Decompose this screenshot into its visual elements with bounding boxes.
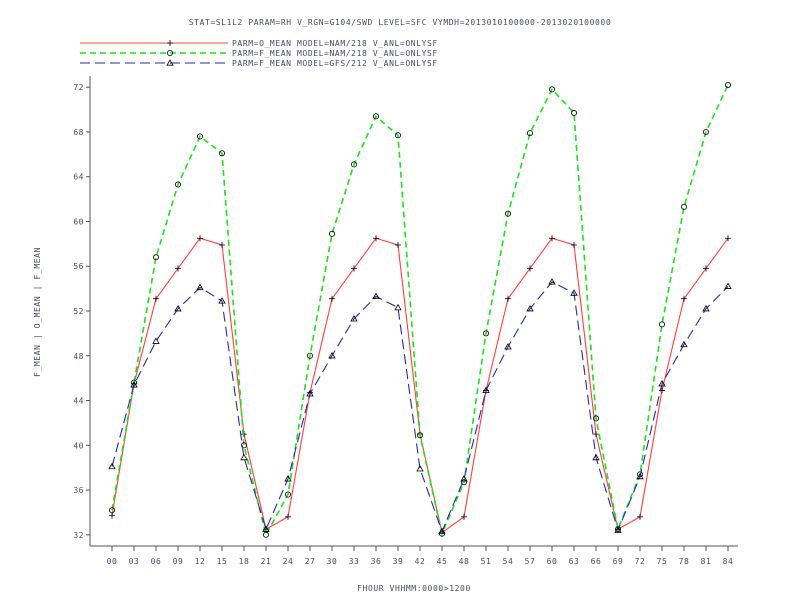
x-tick-label: 69 (613, 557, 624, 566)
y-tick-label: 32 (73, 531, 84, 540)
chart-title: STAT=SL1L2 PARAM=RH V_RGN=G104/SWD LEVEL… (189, 18, 611, 27)
y-tick-label: 68 (73, 128, 84, 137)
x-tick-label: 18 (239, 557, 250, 566)
x-tick-label: 36 (371, 557, 382, 566)
x-tick-label: 24 (283, 557, 294, 566)
x-tick-label: 54 (503, 557, 514, 566)
x-tick-label: 66 (591, 557, 602, 566)
x-tick-label: 72 (635, 557, 646, 566)
y-tick-label: 48 (73, 352, 84, 361)
legend-label: PARM=F_MEAN MODEL=NAM/218 V_ANL=ONLYSF (232, 49, 438, 58)
y-tick-label: 36 (73, 486, 84, 495)
x-tick-label: 27 (305, 557, 316, 566)
x-tick-label: 06 (151, 557, 162, 566)
data-point-triangle (416, 464, 424, 472)
x-tick-label: 42 (415, 557, 426, 566)
data-point-plus (637, 513, 643, 520)
x-tick-label: 57 (525, 557, 536, 566)
x-tick-label: 09 (173, 557, 184, 566)
data-point-circle (571, 109, 578, 116)
data-point-plus (219, 241, 225, 248)
y-tick-label: 56 (73, 262, 84, 271)
x-tick-label: 45 (437, 557, 448, 566)
legend: PARM=O_MEAN MODEL=NAM/218 V_ANL=ONLYSFPA… (80, 39, 438, 68)
series-1 (109, 235, 731, 536)
x-tick-label: 81 (701, 557, 712, 566)
x-tick-label: 51 (481, 557, 492, 566)
y-tick-label: 52 (73, 307, 84, 316)
x-tick-label: 12 (195, 557, 206, 566)
x-tick-label: 60 (547, 557, 558, 566)
data-point-plus (395, 241, 401, 248)
x-tick-label: 84 (723, 557, 734, 566)
y-ticks: 32 36 40 44 48 52 56 60 64 68 72 (73, 83, 90, 540)
x-tick-label: 33 (349, 557, 360, 566)
x-tick-label: 03 (129, 557, 140, 566)
y-tick-label: 40 (73, 441, 84, 450)
y-axis-label: F_MEAN | O_MEAN | F_MEAN (33, 247, 42, 377)
data-point-triangle (394, 303, 402, 311)
data-point-plus (593, 431, 599, 438)
y-tick-label: 64 (73, 173, 84, 182)
data-point-triangle (724, 282, 732, 289)
line-chart: STAT=SL1L2 PARAM=RH V_RGN=G104/SWD LEVEL… (33, 18, 738, 593)
plot-area (108, 81, 732, 538)
series-line (111, 281, 729, 533)
x-tick-label: 30 (327, 557, 338, 566)
series-2 (109, 81, 732, 538)
data-point-plus (285, 513, 291, 520)
x-tick-label: 63 (569, 557, 580, 566)
x-tick-label: 15 (217, 557, 228, 566)
axes: 32 36 40 44 48 52 56 60 64 68 72 00 03 06 09 12 15 18 21 2… (73, 76, 738, 566)
data-point-plus (571, 241, 577, 248)
data-point-plus (241, 431, 247, 438)
legend-label: PARM=F_MEAN MODEL=GFS/212 V_ANL=ONLYSF (232, 59, 438, 68)
x-tick-label: 78 (679, 557, 690, 566)
x-axis-label: FHOUR VHHMM:0000>1200 (357, 584, 471, 593)
x-tick-label: 75 (657, 557, 668, 566)
x-tick-label: 39 (393, 557, 404, 566)
data-point-plus (167, 40, 173, 46)
x-ticks: 00 03 06 09 12 15 18 21 24 27 30 33 36 39 42 45 48 51 54 57… (107, 546, 734, 566)
data-point-plus (109, 512, 115, 519)
data-point-triangle (240, 453, 248, 461)
x-tick-label: 48 (459, 557, 470, 566)
y-tick-label: 60 (73, 217, 84, 226)
y-tick-label: 72 (73, 83, 84, 92)
x-tick-label: 21 (261, 557, 272, 566)
y-tick-label: 44 (73, 397, 84, 406)
series-3 (108, 278, 732, 535)
legend-label: PARM=O_MEAN MODEL=NAM/218 V_ANL=ONLYSF (232, 39, 438, 48)
data-point-circle (262, 531, 269, 538)
x-tick-label: 00 (107, 557, 118, 566)
